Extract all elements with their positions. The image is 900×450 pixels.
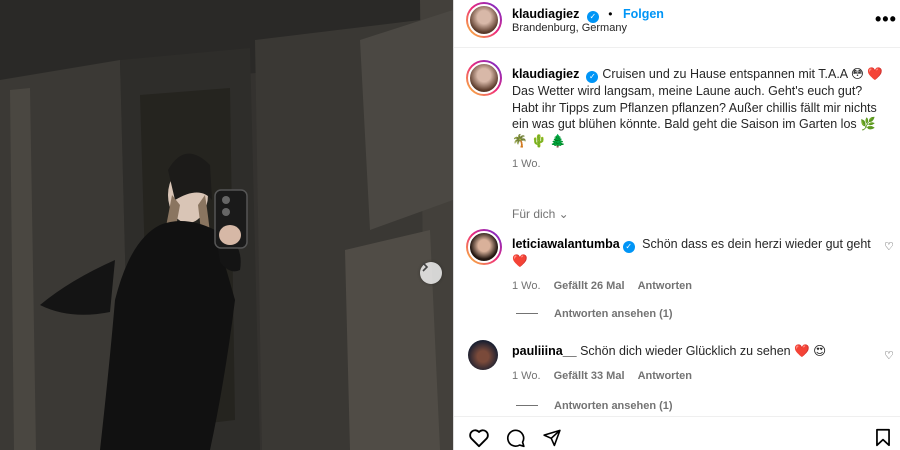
more-options-icon[interactable]: •••	[875, 9, 897, 30]
view-replies-button[interactable]: Antworten ansehen (1)	[516, 308, 673, 320]
next-photo-button[interactable]	[420, 262, 442, 284]
comment-reply-button[interactable]: Antworten	[638, 370, 692, 382]
view-replies-label: Antworten ansehen (1)	[554, 308, 673, 320]
verified-icon: ✓	[622, 241, 635, 253]
comment-text: Schön dich wieder Glücklich zu sehen ❤️ …	[580, 344, 827, 358]
like-comment-icon[interactable]: ♡	[884, 240, 894, 253]
comment-reply-button[interactable]: Antworten	[638, 280, 692, 292]
author-username[interactable]: klaudiagiez	[512, 7, 579, 21]
comment-item: leticiawalantumba ✓ Schön dass es dein he…	[512, 236, 887, 294]
action-bar	[454, 416, 900, 450]
caption-avatar[interactable]	[466, 60, 502, 96]
comment-time: 1 Wo.	[512, 279, 541, 292]
replies-divider	[516, 313, 538, 314]
share-icon[interactable]	[542, 428, 562, 447]
for-you-dropdown[interactable]: Für dich ⌄	[512, 207, 569, 221]
comment-avatar[interactable]	[466, 229, 502, 265]
like-comment-icon[interactable]: ♡	[884, 349, 894, 362]
verified-icon: ✓	[586, 71, 599, 83]
comment-avatar[interactable]	[468, 340, 498, 370]
author-avatar[interactable]	[466, 2, 502, 38]
comment-username[interactable]: pauliiina__	[512, 344, 577, 358]
comment-likes[interactable]: Gefällt 26 Mal	[554, 280, 625, 292]
follow-button[interactable]: Folgen	[623, 7, 664, 21]
bookmark-icon[interactable]	[875, 428, 891, 447]
caption-time: 1 Wo.	[512, 158, 541, 170]
comment-time: 1 Wo.	[512, 369, 541, 382]
comment-username[interactable]: leticiawalantumba	[512, 237, 620, 251]
view-replies-label: Antworten ansehen (1)	[554, 400, 673, 412]
comment-item: pauliiina__ Schön dich wieder Glücklich …	[512, 343, 887, 384]
view-replies-button[interactable]: Antworten ansehen (1)	[516, 400, 673, 412]
separator-dot: •	[608, 7, 613, 21]
replies-divider	[516, 405, 538, 406]
heart-icon[interactable]	[468, 428, 490, 448]
location-link[interactable]: Brandenburg, Germany	[512, 22, 627, 34]
post-photo[interactable]	[0, 0, 453, 450]
post-header: klaudiagiez ✓ • Folgen Brandenburg, Germ…	[454, 0, 900, 48]
comment-icon[interactable]	[505, 428, 526, 448]
chevron-right-icon	[422, 262, 429, 272]
post-image	[0, 0, 453, 450]
post-caption: klaudiagiez ✓ Cruisen und zu Hause entspan…	[512, 66, 892, 173]
caption-username[interactable]: klaudiagiez	[512, 67, 579, 81]
post-sidebar: klaudiagiez ✓ • Folgen Brandenburg, Germ…	[453, 0, 900, 450]
comment-likes[interactable]: Gefällt 33 Mal	[554, 370, 625, 382]
